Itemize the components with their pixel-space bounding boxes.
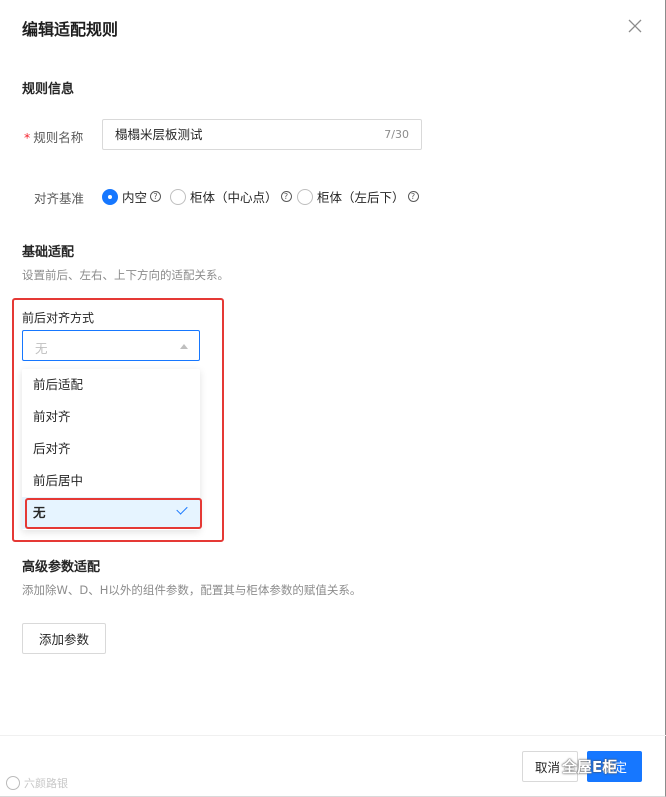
advanced-title: 高级参数适配 xyxy=(22,560,101,575)
dialog-title: 编辑适配规则 xyxy=(22,20,119,39)
front-back-align-label: 前后对齐方式 xyxy=(22,311,95,325)
rule-name-input[interactable] xyxy=(115,126,365,141)
watermark-logo-icon xyxy=(6,776,20,790)
front-back-align-select[interactable]: 无 xyxy=(22,330,200,361)
radio-dot[interactable] xyxy=(170,188,186,205)
option-front-back-center[interactable]: 前后居中 xyxy=(22,465,200,497)
option-front-back-fit[interactable]: 前后适配 xyxy=(22,369,200,401)
watermark-text: 六颜路银 xyxy=(24,777,68,790)
radio-label: 柜体（中心点） xyxy=(190,190,278,205)
radio-dot[interactable] xyxy=(297,188,313,205)
rule-info-title: 规则信息 xyxy=(22,82,75,97)
option-none[interactable]: 无 xyxy=(22,497,200,529)
help-icon[interactable]: ? xyxy=(280,191,292,202)
rule-name-field[interactable]: 7/30 xyxy=(102,119,422,150)
option-label: 无 xyxy=(33,505,46,520)
option-back-align[interactable]: 后对齐 xyxy=(22,433,200,465)
select-value: 无 xyxy=(35,341,48,356)
align-basis-label: 对齐基准 xyxy=(34,191,85,206)
caret-up-icon xyxy=(180,344,188,349)
radio-label: 内空 xyxy=(122,190,148,205)
watermark-left: 六颜路银 xyxy=(6,775,68,791)
add-parameter-button[interactable]: 添加参数 xyxy=(22,623,106,654)
align-dropdown-menu: 前后适配 前对齐 后对齐 前后居中 无 xyxy=(22,369,200,530)
required-star: * xyxy=(24,130,31,145)
help-icon[interactable]: ? xyxy=(150,191,162,202)
watermark-text: 全屋E柜 xyxy=(562,758,618,776)
advanced-description: 添加除W、D、H以外的组件参数，配置其与柜体参数的赋值关系。 xyxy=(22,583,362,597)
close-icon[interactable] xyxy=(626,17,644,35)
basic-fit-title: 基础适配 xyxy=(22,245,75,260)
radio-label: 柜体（左后下） xyxy=(317,190,405,205)
watermark-right: 全屋E柜 xyxy=(562,756,617,777)
help-icon[interactable]: ? xyxy=(407,191,419,202)
edit-rule-dialog: 编辑适配规则 规则信息 *规则名称 7/30 对齐基准 内空 ? 柜体（中心点）… xyxy=(0,0,666,797)
option-front-align[interactable]: 前对齐 xyxy=(22,401,200,433)
rule-name-label: * 规则名称 xyxy=(24,130,84,145)
radio-cabinet-center[interactable]: 柜体（中心点） ? xyxy=(170,187,292,206)
radio-cabinet-left-back-bottom[interactable]: 柜体（左后下） ? xyxy=(297,187,419,206)
radio-inner-space[interactable]: 内空 ? xyxy=(102,187,162,206)
char-count: 7/30 xyxy=(384,128,409,141)
radio-dot-selected[interactable] xyxy=(102,188,118,205)
footer-divider xyxy=(0,735,666,736)
basic-fit-description: 设置前后、左右、上下方向的适配关系。 xyxy=(22,268,229,282)
check-icon xyxy=(176,503,188,515)
